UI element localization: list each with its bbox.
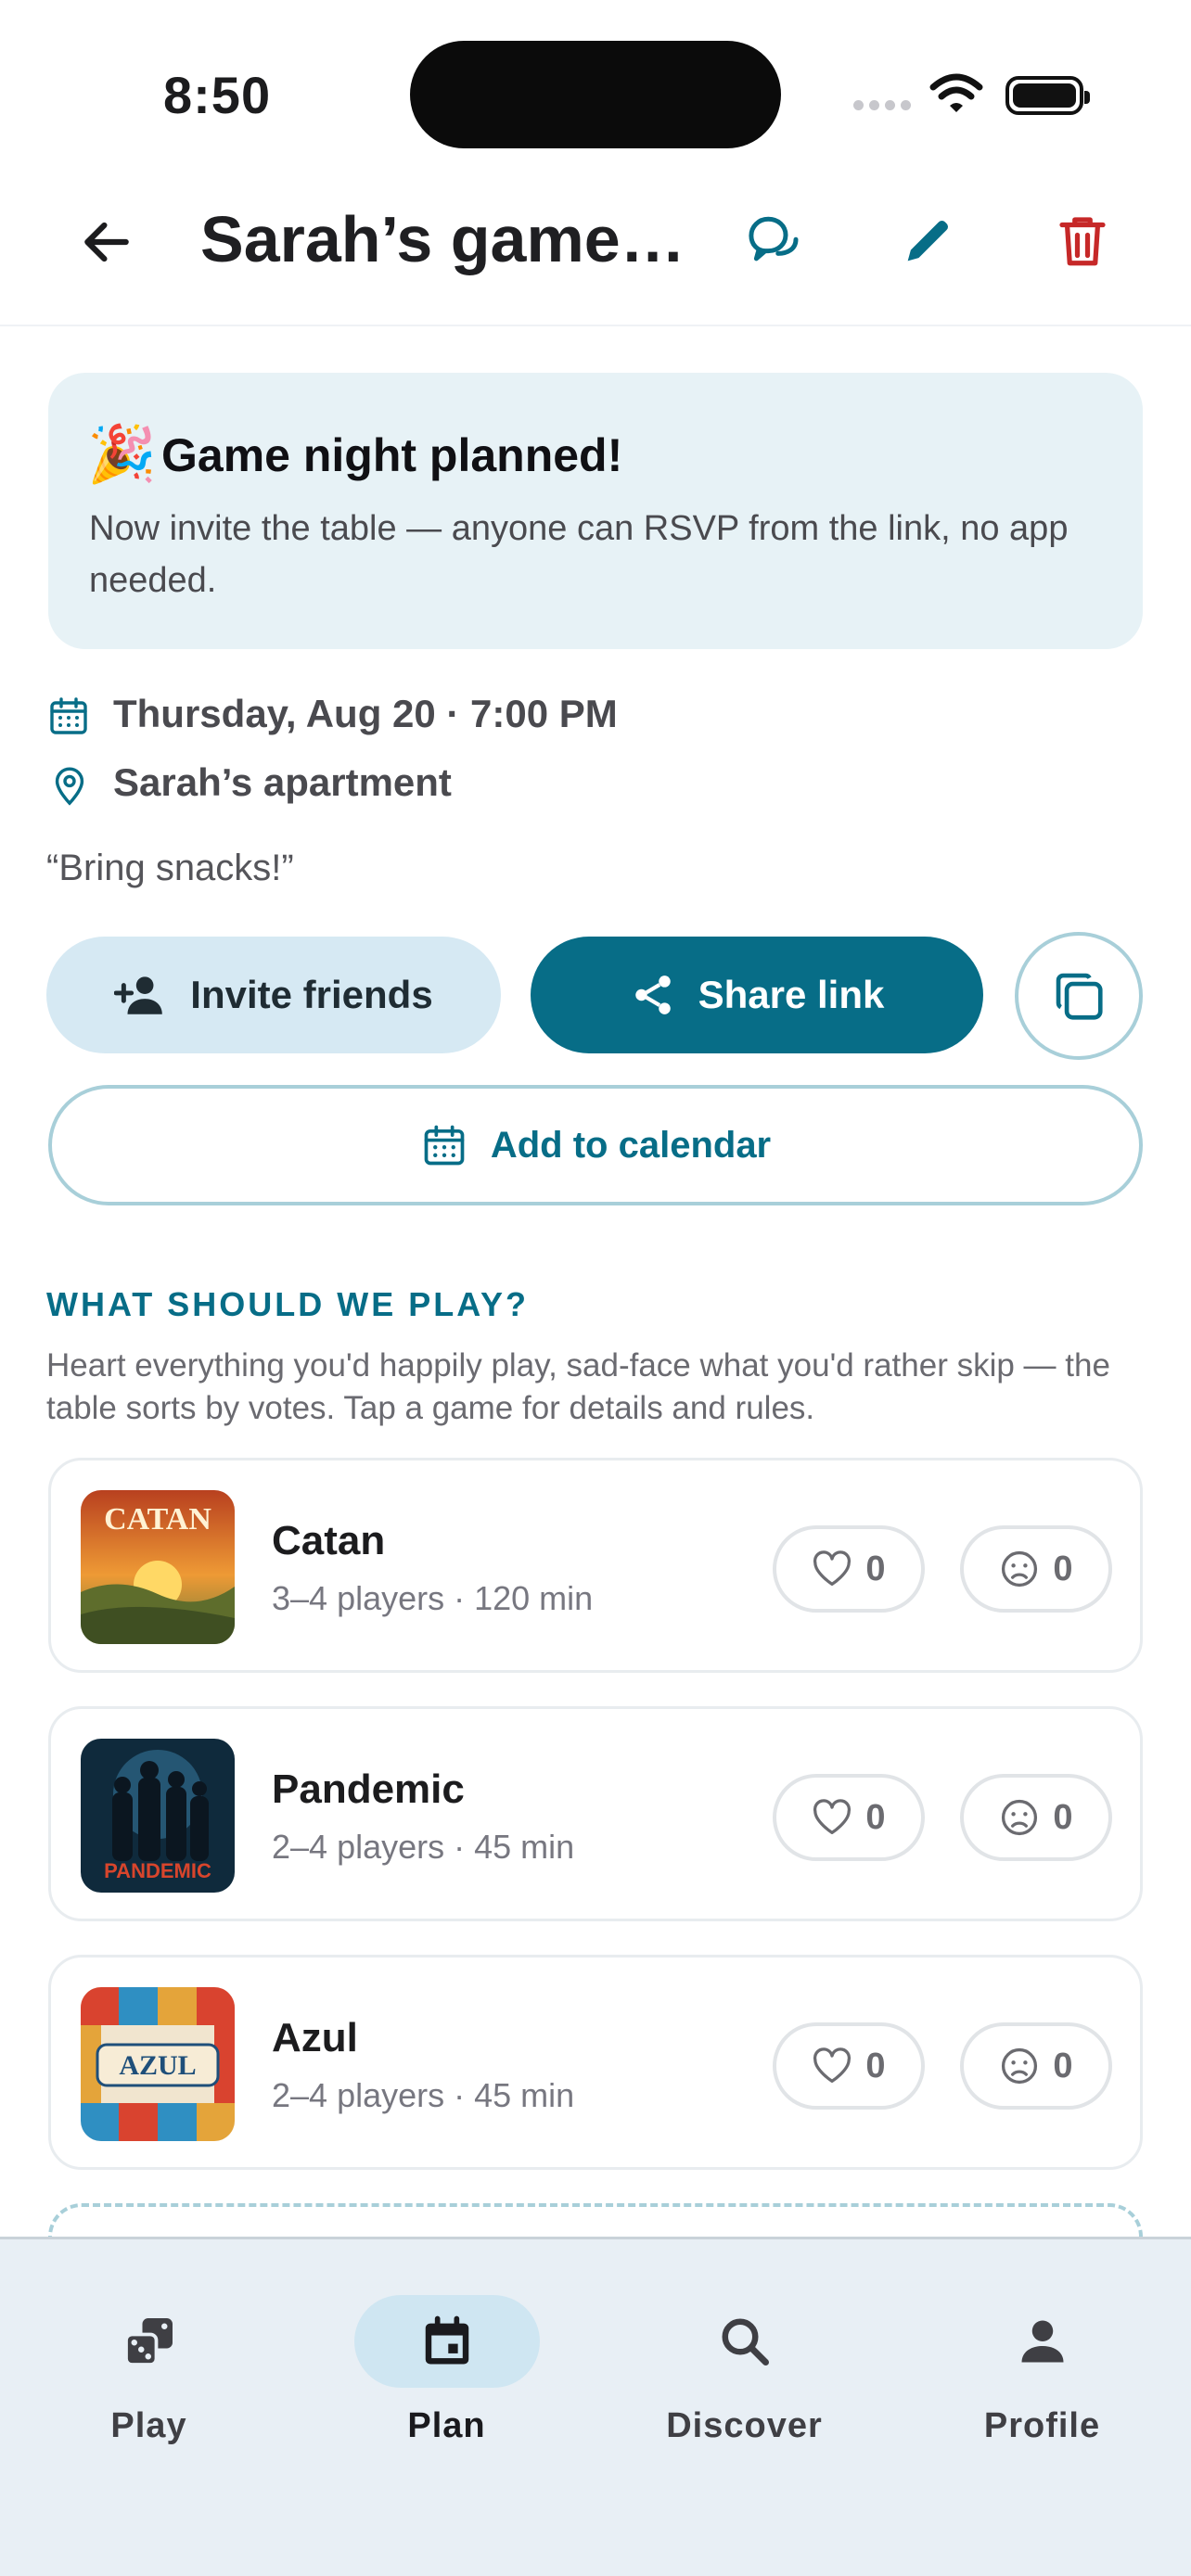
tab-label: Profile [983,2406,1101,2445]
game-thumbnail: CATAN [81,1490,235,1644]
add-person-icon [114,976,163,1014]
cellular-signal-icon [853,100,911,110]
heart-vote-button[interactable]: 0 [773,1525,925,1613]
section-subtitle: Heart everything you'd happily play, sad… [46,1347,1110,1426]
heart-icon [813,2047,852,2083]
game-meta: 3–4 players · 120 min [272,1579,594,1617]
sad-face-count: 0 [1053,1797,1073,1837]
game-thumbnail: PANDEMIC [81,1739,235,1893]
heart-icon [813,1799,852,1834]
heart-vote-button[interactable]: 0 [773,2022,925,2110]
tab-discover[interactable]: Discover [596,2239,893,2480]
add-to-calendar-button[interactable]: Add to calendar [48,1085,1143,1205]
invite-friends-button[interactable]: Invite friends [46,937,501,1053]
tab-label: Plan [407,2406,486,2445]
page-title: Sarah’s game… [200,203,683,275]
bottom-tab-bar: Play Plan Discover Profile [0,2237,1191,2576]
location-pin-icon [55,767,84,806]
copy-icon [1056,973,1103,1020]
calendar-icon [424,1125,465,1166]
heart-icon [813,1550,852,1586]
calendar-icon [425,2315,468,2365]
sad-face-icon [1002,1799,1038,1836]
heart-count: 0 [865,1549,886,1588]
svg-text:PANDEMIC: PANDEMIC [104,1859,211,1882]
add-to-calendar-label: Add to calendar [490,1124,772,1166]
header-divider [0,325,1191,326]
game-card-pandemic[interactable]: PANDEMIC Pandemic 2–4 players · 45 min 0… [48,1706,1143,1921]
heart-count: 0 [865,2046,886,2085]
sad-face-count: 0 [1053,1549,1073,1588]
game-card-catan[interactable]: CATAN Catan 3–4 players · 120 min 0 0 [48,1458,1143,1673]
tab-label: Play [110,2406,187,2445]
game-name: Azul [272,2015,358,2060]
game-name: Pandemic [272,1766,465,1812]
back-arrow-icon[interactable] [78,213,135,271]
copy-link-button[interactable] [1015,932,1143,1060]
game-card-azul[interactable]: AZUL Azul 2–4 players · 45 min 0 0 [48,1955,1143,2170]
sad-face-icon [1002,1550,1038,1588]
sad-face-vote-button[interactable]: 0 [960,1525,1112,1613]
edit-pencil-icon[interactable] [898,211,957,271]
heart-vote-button[interactable]: 0 [773,1774,925,1861]
sad-face-icon [1002,2047,1038,2085]
status-time: 8:50 [163,66,272,124]
share-icon [634,976,671,1014]
banner-title: Game night planned! [161,429,623,481]
section-heading: WHAT SHOULD WE PLAY? [46,1285,529,1323]
tab-plan[interactable]: Plan [298,2239,596,2480]
game-name: Catan [272,1518,386,1563]
game-thumbnail: AZUL [81,1987,235,2141]
party-popper-icon: 🎉 [87,423,157,485]
battery-icon [1005,76,1090,115]
svg-text:AZUL: AZUL [119,2050,196,2081]
tab-label: Discover [666,2406,823,2445]
sad-face-vote-button[interactable]: 0 [960,2022,1112,2110]
event-note: “Bring snacks!” [46,848,294,888]
dynamic-island [410,41,781,148]
sad-face-vote-button[interactable]: 0 [960,1774,1112,1861]
trash-icon[interactable] [1052,208,1113,273]
share-link-button[interactable]: Share link [531,937,983,1053]
wifi-icon [929,73,983,112]
heart-count: 0 [865,1797,886,1837]
person-icon [1021,2320,1063,2363]
dice-icon [123,2318,173,2366]
banner-body: Now invite the table — anyone can RSVP f… [89,509,1069,600]
chat-bubbles-icon[interactable] [744,211,807,273]
tab-play[interactable]: Play [0,2239,298,2480]
event-datetime: Thursday, Aug 20 · 7:00 PM [113,692,618,735]
game-meta: 2–4 players · 45 min [272,1828,575,1866]
game-meta: 2–4 players · 45 min [272,2076,575,2114]
share-link-label: Share link [698,973,885,1016]
event-location: Sarah’s apartment [113,760,452,804]
svg-text:CATAN: CATAN [104,1502,211,1537]
tab-profile[interactable]: Profile [893,2239,1191,2480]
sad-face-count: 0 [1053,2046,1073,2085]
invite-friends-label: Invite friends [190,973,433,1016]
calendar-icon [50,697,87,734]
search-icon [722,2318,769,2366]
